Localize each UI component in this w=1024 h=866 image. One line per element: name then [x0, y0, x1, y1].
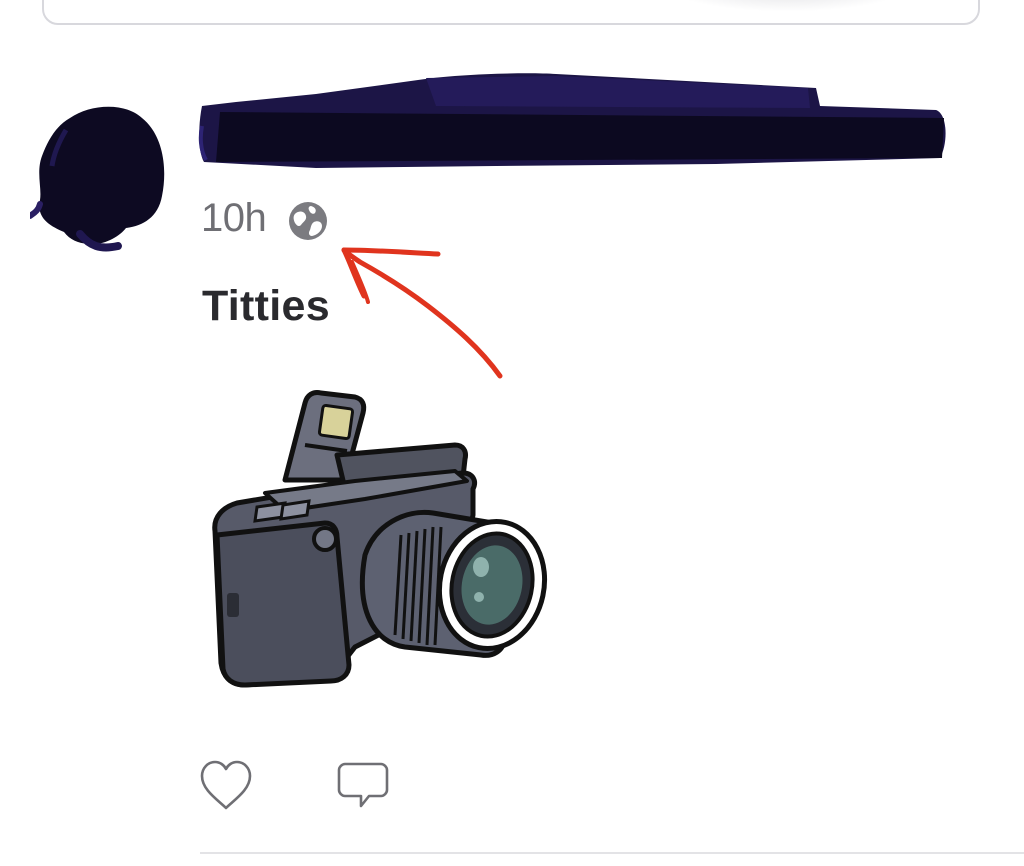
globe-icon [289, 202, 327, 240]
avatar-redacted[interactable] [30, 96, 170, 256]
username-redacted [198, 73, 946, 168]
comment-icon[interactable] [335, 758, 391, 814]
camera-sticker[interactable] [205, 385, 550, 690]
post-text: Titties [202, 282, 330, 330]
heart-icon[interactable] [198, 758, 254, 814]
search-card[interactable] [42, 0, 980, 25]
card-shadow [658, 0, 918, 12]
post-timestamp: 10h [201, 196, 267, 240]
annotation-arrow [341, 247, 503, 379]
post-divider [200, 852, 1024, 854]
